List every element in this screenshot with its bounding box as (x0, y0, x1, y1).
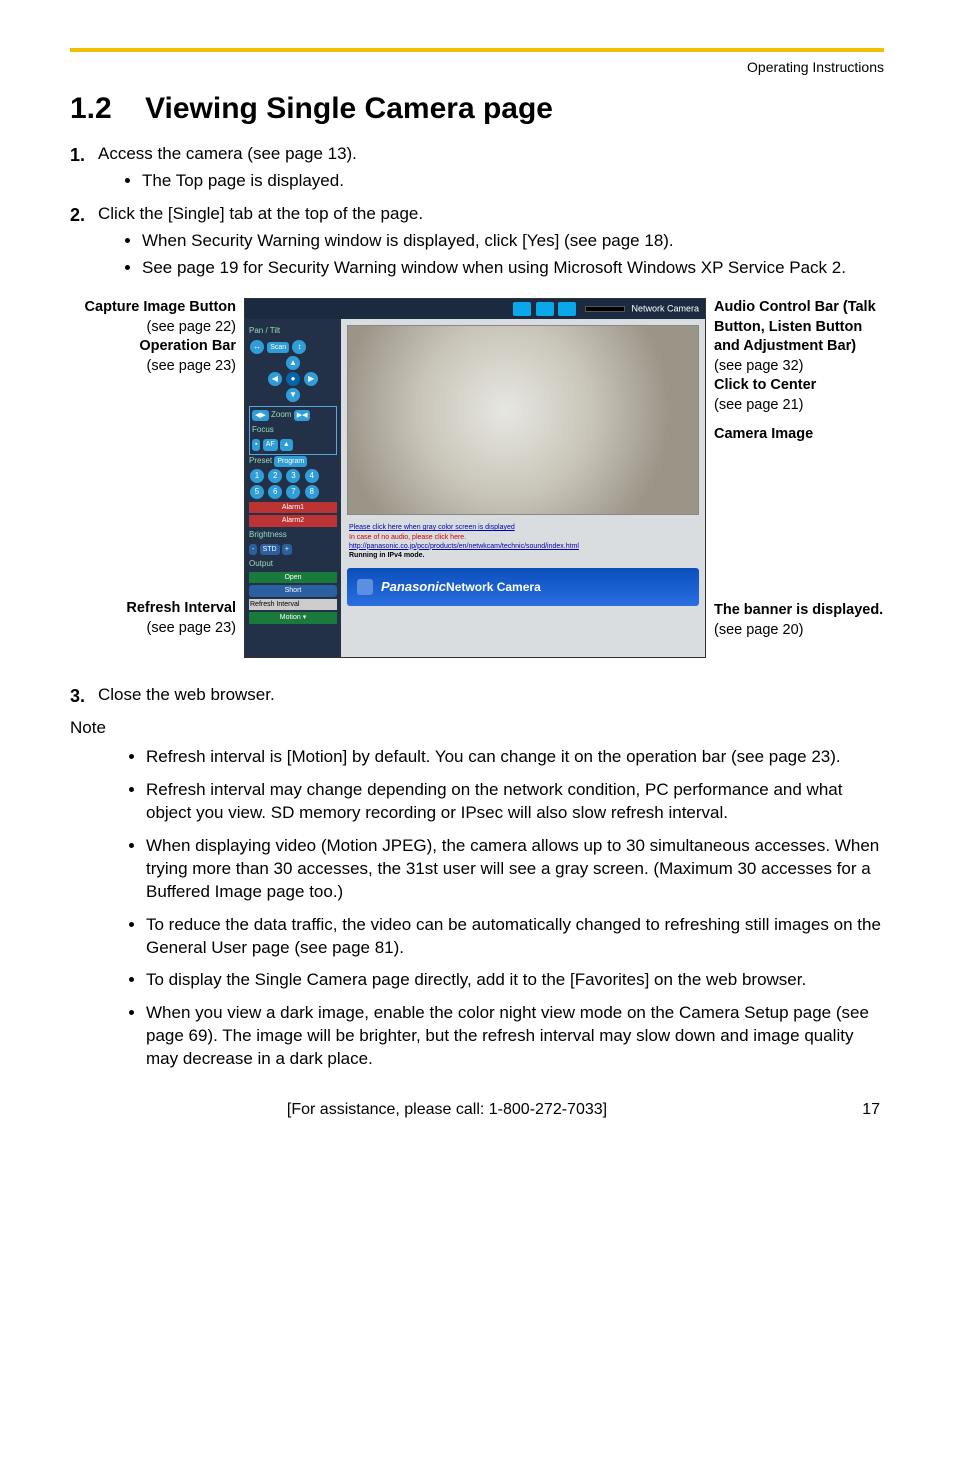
page-number: 17 (820, 1099, 880, 1121)
running-header: Operating Instructions (70, 58, 884, 77)
preset-3[interactable]: 3 (286, 469, 300, 483)
screenshot-mock: Network Camera Pan / Tilt ↔ Scan ↕ ▲ ◀ ●… (244, 298, 706, 658)
volume-slider[interactable] (585, 306, 625, 312)
step-2: 2. Click the [Single] tab at the top of … (98, 203, 884, 280)
preset-7[interactable]: 7 (286, 485, 300, 499)
pan-left-button[interactable]: ◀ (268, 372, 282, 386)
zoom-tele-button[interactable]: ▶◀ (294, 410, 311, 421)
preset-8[interactable]: 8 (305, 485, 319, 499)
step-sub: When Security Warning window is displaye… (142, 230, 884, 253)
refresh-interval-label: Refresh Interval (249, 599, 337, 610)
gray-screen-link[interactable]: Please click here when gray color screen… (349, 523, 697, 532)
brightness-minus[interactable]: - (249, 544, 257, 555)
brightness-std[interactable]: STD (260, 544, 280, 555)
output-label: Output (249, 559, 337, 570)
focus-far-button[interactable]: ▲ (280, 439, 293, 450)
note-heading: Note (70, 717, 884, 740)
preset-6[interactable]: 6 (268, 485, 282, 499)
step-1: 1. Access the camera (see page 13). The … (98, 143, 884, 193)
preset-1[interactable]: 1 (250, 469, 264, 483)
footer-assist: [For assistance, please call: 1-800-272-… (74, 1099, 820, 1121)
output-short[interactable]: Short (249, 585, 337, 596)
pan-right-button[interactable]: ▶ (304, 372, 318, 386)
capture-icon[interactable] (513, 302, 531, 316)
zoom-wide-button[interactable]: ◀▶ (252, 410, 269, 421)
header-rule (70, 48, 884, 52)
focus-near-button[interactable]: ▪ (252, 439, 260, 450)
section-number: 1.2 (70, 92, 112, 125)
alarm2-button[interactable]: Alarm2 (249, 515, 337, 526)
banner-icon (357, 579, 373, 595)
step-sub: The Top page is displayed. (142, 170, 884, 193)
pan-tilt-label: Pan / Tilt (249, 326, 337, 337)
zoom-label: Zoom (271, 410, 291, 419)
callout-ref: (see page 21) (714, 396, 884, 416)
annotated-figure: Capture Image Button (see page 22) Opera… (70, 298, 884, 658)
preset-4[interactable]: 4 (305, 469, 319, 483)
note-item: To reduce the data traffic, the video ca… (146, 914, 884, 960)
listen-icon[interactable] (558, 302, 576, 316)
tilt-up-button[interactable]: ▲ (286, 356, 300, 370)
brightness-plus[interactable]: + (282, 544, 292, 555)
step-text: Click the [Single] tab at the top of the… (98, 204, 423, 223)
banner-text: Network Camera (446, 579, 541, 595)
refresh-interval-select[interactable]: Motion ▾ (249, 612, 337, 623)
output-open[interactable]: Open (249, 572, 337, 583)
callout-ref: (see page 20) (714, 621, 884, 641)
step-3: 3. Close the web browser. (98, 684, 884, 707)
callout-camera-image: Camera Image (714, 425, 884, 445)
step-sub: See page 19 for Security Warning window … (142, 257, 884, 280)
preset-label: Preset (249, 456, 272, 465)
focus-label: Focus (252, 425, 334, 436)
audio-help-link[interactable]: http://panasonic.co.jp/pcc/products/en/n… (349, 542, 697, 551)
note-item: Refresh interval is [Motion] by default.… (146, 746, 884, 769)
note-item: When you view a dark image, enable the c… (146, 1002, 884, 1071)
ipv4-status: Running in IPv4 mode. (349, 551, 697, 560)
scan-button[interactable]: Scan (267, 342, 289, 353)
callout-banner: The banner is displayed. (714, 601, 884, 621)
alarm1-button[interactable]: Alarm1 (249, 502, 337, 513)
operation-bar-panel: Pan / Tilt ↔ Scan ↕ ▲ ◀ ● ▶ ▼ ◀▶ (245, 319, 341, 658)
callout-operation-bar: Operation Bar (70, 337, 236, 357)
program-button[interactable]: Program (274, 456, 307, 467)
brightness-label: Brightness (249, 530, 337, 541)
banner[interactable]: Panasonic Network Camera (347, 568, 699, 606)
tilt-down-button[interactable]: ▼ (286, 388, 300, 402)
home-button[interactable]: ● (286, 372, 300, 386)
preset-5[interactable]: 5 (250, 485, 264, 499)
banner-brand: Panasonic (381, 578, 446, 596)
callout-refresh-interval: Refresh Interval (70, 599, 236, 619)
callout-click-center: Click to Center (714, 376, 884, 396)
scan-up-button[interactable]: ↕ (292, 340, 306, 354)
callout-ref: (see page 23) (70, 357, 236, 377)
note-item: Refresh interval may change depending on… (146, 779, 884, 825)
section-heading: 1.2 Viewing Single Camera page (70, 89, 884, 130)
callout-capture-image: Capture Image Button (70, 298, 236, 318)
step-number: 1. (70, 143, 85, 167)
no-audio-text: In case of no audio, please click here. (349, 534, 466, 541)
preset-2[interactable]: 2 (268, 469, 282, 483)
callout-audio-bar: Audio Control Bar (Talk Button, Listen B… (714, 298, 884, 357)
camera-image[interactable] (347, 325, 699, 515)
section-title-text: Viewing Single Camera page (145, 92, 553, 125)
callout-ref: (see page 22) (70, 318, 236, 338)
mock-title: Network Camera (631, 303, 699, 313)
step-number: 3. (70, 684, 85, 708)
step-number: 2. (70, 203, 85, 227)
callout-ref: (see page 23) (70, 619, 236, 639)
callout-ref: (see page 32) (714, 357, 884, 377)
note-item: When displaying video (Motion JPEG), the… (146, 835, 884, 904)
note-item: To display the Single Camera page direct… (146, 969, 884, 992)
step-text: Access the camera (see page 13). (98, 144, 357, 163)
scan-left-button[interactable]: ↔ (250, 340, 264, 354)
talk-icon[interactable] (536, 302, 554, 316)
af-button[interactable]: AF (263, 439, 278, 450)
step-text: Close the web browser. (98, 685, 275, 704)
